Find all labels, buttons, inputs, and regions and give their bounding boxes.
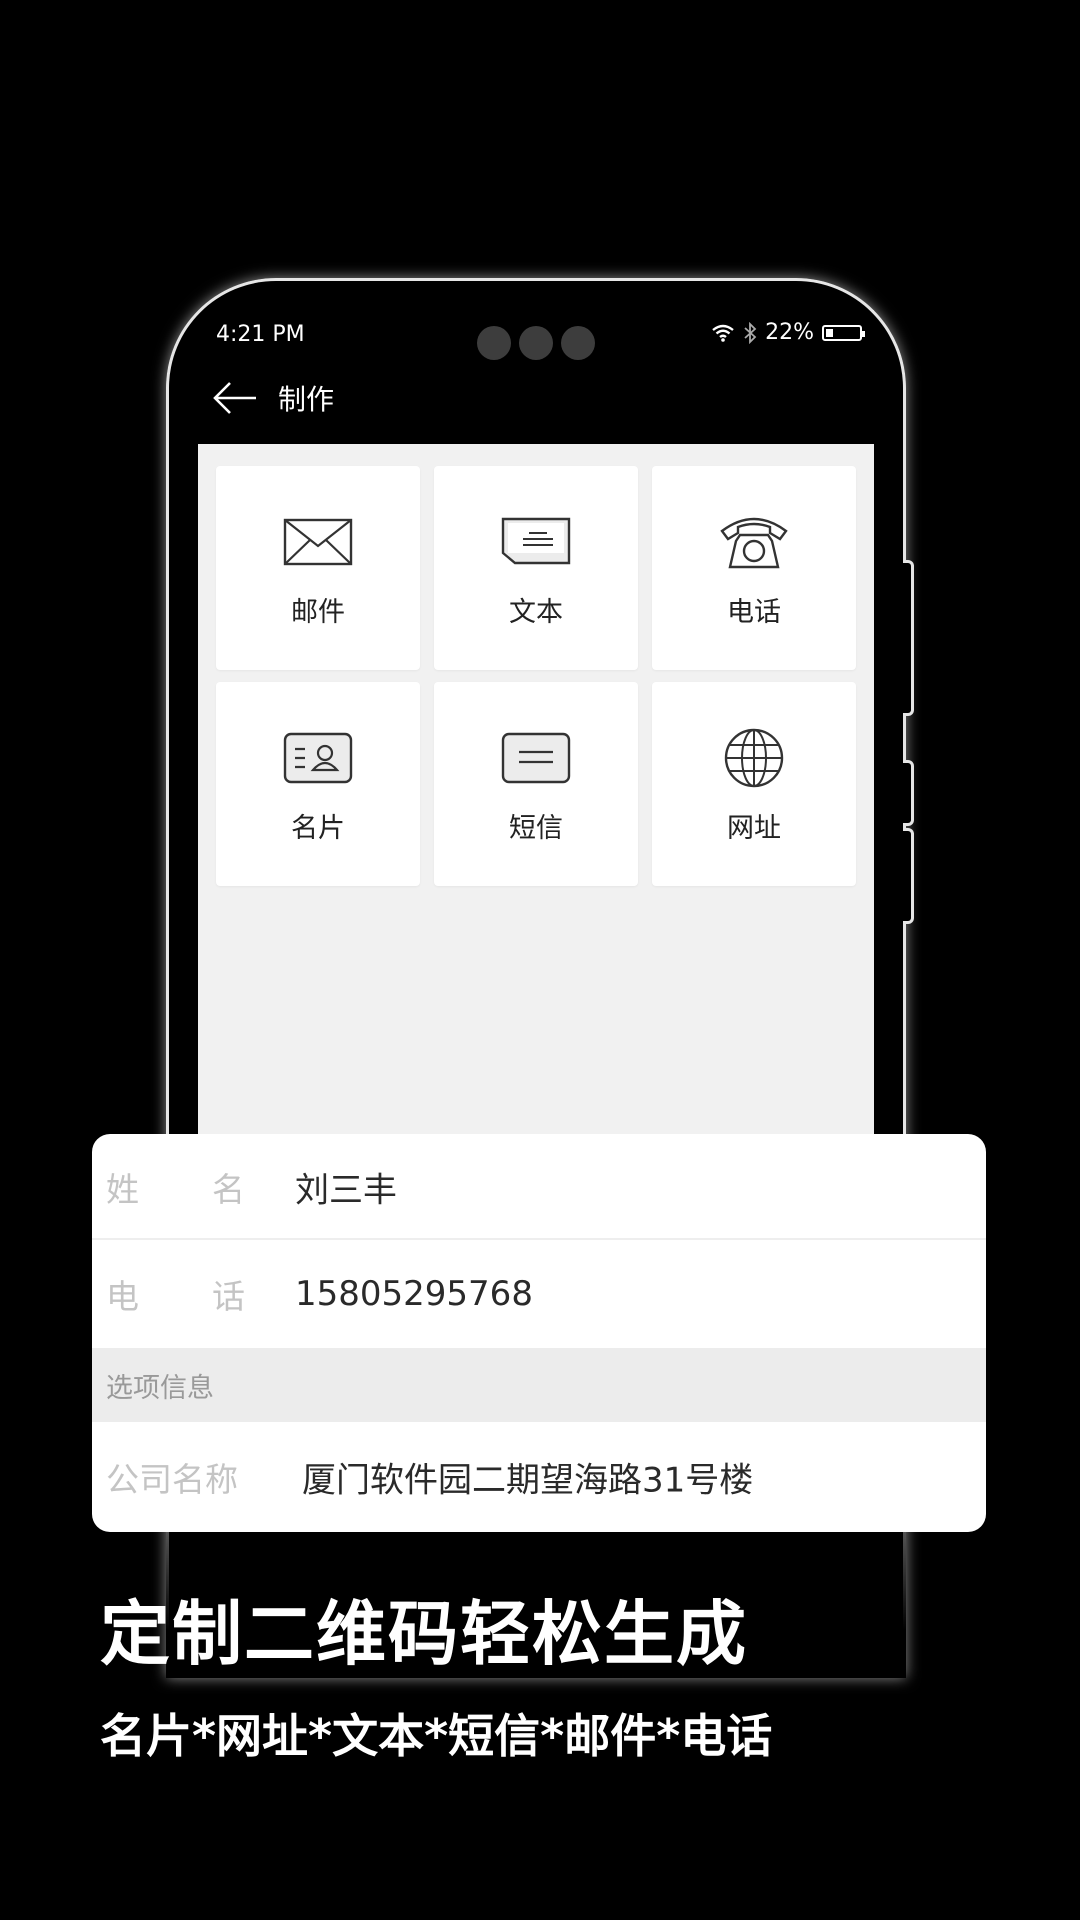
name-label-2: 名 (212, 1170, 245, 1209)
globe-icon (724, 728, 784, 788)
tile-url[interactable]: 网址 (652, 682, 856, 886)
tile-email[interactable]: 邮件 (216, 466, 420, 670)
page-title: 制作 (278, 383, 335, 416)
bluetooth-icon (744, 321, 757, 344)
phone-side-button (903, 828, 914, 924)
camera-lens (477, 326, 511, 360)
tile-phone[interactable]: 电话 (652, 466, 856, 670)
name-row[interactable]: 姓 名 刘三丰 (92, 1134, 986, 1240)
envelope-icon (283, 518, 353, 566)
tile-label: 文本 (509, 597, 563, 628)
wifi-icon (712, 324, 734, 342)
status-time: 4:21 PM (216, 322, 305, 347)
business-card-icon (283, 732, 353, 784)
battery-percent: 22% (765, 320, 814, 345)
tile-business-card[interactable]: 名片 (216, 682, 420, 886)
phone-label-1: 电 (106, 1277, 139, 1316)
form-card: 姓 名 刘三丰 电 话 15805295768 选项信息 公司名称 厦门软件园二… (92, 1134, 986, 1532)
tile-label: 名片 (291, 813, 345, 844)
status-icons: 22% (711, 320, 865, 345)
section-label: 选项信息 (106, 1373, 214, 1404)
phone-row[interactable]: 电 话 15805295768 (92, 1240, 986, 1348)
tile-label: 网址 (727, 813, 781, 844)
company-field[interactable]: 厦门软件园二期望海路31号楼 (302, 1453, 753, 1502)
phone-field[interactable]: 15805295768 (295, 1274, 533, 1314)
phone-label-2: 话 (212, 1277, 245, 1316)
tile-sms[interactable]: 短信 (434, 682, 638, 886)
tile-label: 邮件 (291, 597, 345, 628)
name-field[interactable]: 刘三丰 (295, 1163, 397, 1212)
back-arrow-icon[interactable] (212, 380, 258, 416)
name-label-1: 姓 (106, 1170, 139, 1209)
tile-text[interactable]: 文本 (434, 466, 638, 670)
company-row[interactable]: 公司名称 厦门软件园二期望海路31号楼 (92, 1422, 986, 1532)
camera-lens (561, 326, 595, 360)
tile-label: 电话 (727, 597, 781, 628)
battery-icon (822, 324, 865, 341)
promo-subline: 名片*网址*文本*短信*邮件*电话 (100, 1709, 773, 1763)
app-header: 制作 (212, 378, 334, 418)
app-screen: 邮件 文本 电话 名片 短信 网址 (198, 444, 874, 1134)
phone-side-button (903, 760, 914, 826)
company-label: 公司名称 (106, 1460, 238, 1499)
camera-lens (519, 326, 553, 360)
phone-side-button (903, 560, 914, 716)
sms-icon (501, 732, 571, 784)
tile-label: 短信 (509, 813, 563, 844)
promo-headline: 定制二维码轻松生成 (100, 1593, 748, 1675)
optional-section-header: 选项信息 (92, 1348, 986, 1422)
telephone-icon (720, 517, 788, 569)
text-note-icon (501, 517, 571, 565)
